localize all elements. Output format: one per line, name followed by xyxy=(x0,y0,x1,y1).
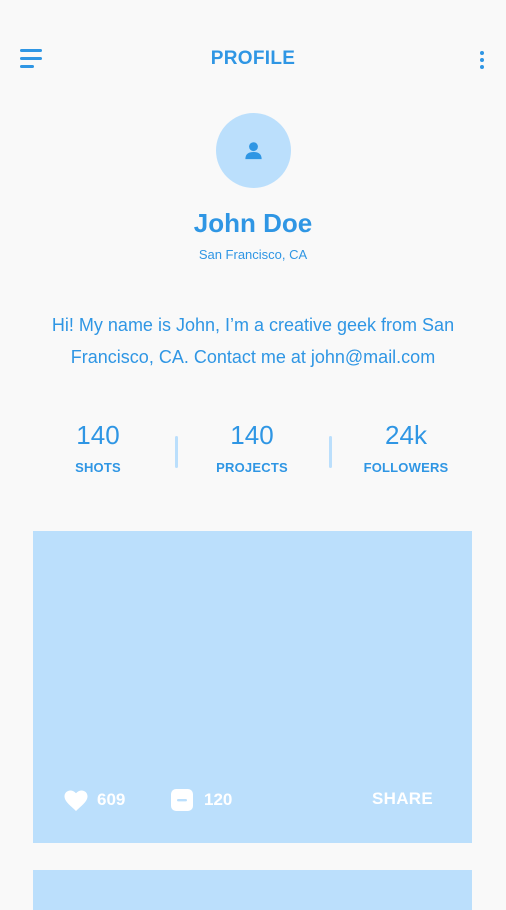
stat-divider xyxy=(175,436,178,468)
stat-value: 140 xyxy=(76,420,120,450)
person-icon xyxy=(245,142,262,160)
stat-label: FOLLOWERS xyxy=(363,460,449,475)
stat-value: 24k xyxy=(385,420,427,450)
shot-card[interactable] xyxy=(33,870,472,910)
top-bar: PROFILE xyxy=(0,0,506,118)
more-options-icon[interactable] xyxy=(474,48,490,72)
stat-shots[interactable]: 140 SHOTS xyxy=(28,420,168,475)
comment-icon xyxy=(171,789,193,811)
stat-projects[interactable]: 140 PROJECTS xyxy=(182,420,322,475)
stat-label: SHOTS xyxy=(75,460,121,475)
profile-location: San Francisco, CA xyxy=(198,247,308,262)
stat-value: 140 xyxy=(230,420,274,450)
avatar[interactable] xyxy=(216,113,291,188)
stat-label: PROJECTS xyxy=(216,460,288,475)
stat-followers[interactable]: 24k FOLLOWERS xyxy=(336,420,476,475)
heart-icon xyxy=(64,790,88,811)
share-button[interactable]: SHARE xyxy=(372,789,433,809)
like-count: 609 xyxy=(97,790,126,809)
page-title: PROFILE xyxy=(210,48,296,69)
profile-name: John Doe xyxy=(193,208,313,238)
profile-bio: Hi! My name is John, I’m a creative geek… xyxy=(51,315,455,367)
comment-count: 120 xyxy=(204,790,233,809)
stat-divider xyxy=(329,436,332,468)
